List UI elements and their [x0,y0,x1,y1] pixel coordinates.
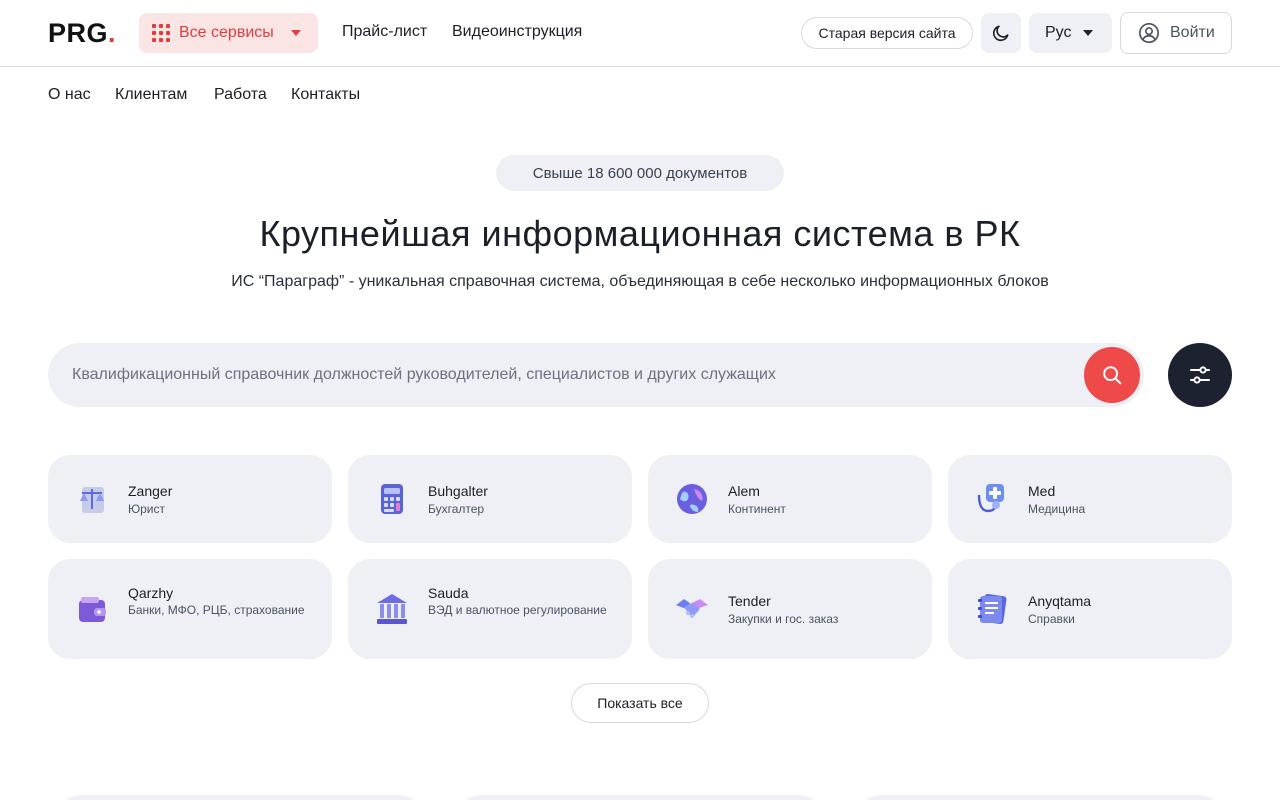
service-name: Anyqtama [1028,593,1092,609]
all-services-button[interactable]: Все сервисы [139,13,318,53]
service-card-anyqtama[interactable]: Anyqtama Справки [948,559,1232,659]
page-title: Крупнейшая информационная система в РК [259,213,1021,254]
documents-count-badge: Свыше 18 600 000 документов [496,155,784,191]
service-card-qarzhy[interactable]: Qarzhy Банки, МФО, РЦБ, страхование [48,559,332,659]
service-card-med[interactable]: Med Медицина [948,455,1232,543]
grid-icon [152,24,170,42]
service-card-zanger[interactable]: Zanger Юрист [48,455,332,543]
language-value: Рус [1045,24,1072,41]
service-desc: Юрист [128,502,165,516]
chevron-down-icon [291,30,301,36]
service-name: Med [1028,483,1056,499]
service-name: Zanger [128,483,173,499]
service-desc: Континент [728,502,786,516]
medkit-icon [977,484,1004,513]
service-name: Sauda [428,585,469,601]
top-header: PRG. Все сервисы Прайс-лист Видеоинструк… [0,0,1280,67]
bank-icon [377,594,407,624]
logo[interactable]: PRG. [48,18,116,49]
service-name: Buhgalter [428,483,488,499]
search-button[interactable] [1084,347,1140,403]
partial-card [460,795,820,800]
partial-card [60,795,420,800]
chevron-down-icon [1083,30,1093,36]
service-card-tender[interactable]: Tender Закупки и гос. заказ [648,559,932,659]
user-icon [1139,23,1159,43]
search-bar [48,343,1144,407]
login-button[interactable]: Войти [1120,12,1232,54]
service-name: Alem [728,483,760,499]
subnav-about[interactable]: О нас [48,86,91,104]
handshake-icon [676,599,708,618]
login-label: Войти [1170,24,1215,41]
search-icon [1103,366,1122,385]
service-card-buhgalter[interactable]: Buhgalter Бухгалтер [348,455,632,543]
service-desc: ВЭД и валютное регулирование [428,603,607,617]
notebook-icon [978,593,1007,625]
service-name: Tender [728,593,771,609]
nav-video-guide[interactable]: Видеоинструкция [452,23,582,41]
page-subtitle: ИС “Параграф” - уникальная справочная си… [231,273,1049,290]
filter-button[interactable] [1168,343,1232,407]
scales-icon [80,487,104,513]
subnav-contacts[interactable]: Контакты [291,86,360,104]
partial-card [860,795,1220,800]
service-desc: Банки, МФО, РЦБ, страхование [128,603,305,617]
service-desc: Медицина [1028,502,1086,516]
service-card-sauda[interactable]: Sauda ВЭД и валютное регулирование [348,559,632,659]
calculator-icon [381,484,403,514]
sliders-icon [1190,366,1210,384]
show-all-button[interactable]: Показать все [571,683,709,723]
moon-icon [992,25,1009,42]
service-desc: Бухгалтер [428,502,485,516]
service-card-alem[interactable]: Alem Континент [648,455,932,543]
old-site-button[interactable]: Старая версия сайта [801,17,973,49]
theme-toggle-button[interactable] [981,13,1021,53]
nav-price-list[interactable]: Прайс-лист [342,23,427,41]
all-services-label: Все сервисы [179,24,274,41]
search-input[interactable] [72,343,1072,407]
service-desc: Справки [1028,612,1075,626]
service-name: Qarzhy [128,585,174,601]
subnav-clients[interactable]: Клиентам [115,86,187,104]
language-select[interactable]: Рус [1029,13,1112,53]
service-desc: Закупки и гос. заказ [728,612,839,626]
subnav-jobs[interactable]: Работа [214,86,267,104]
globe-icon [677,484,707,514]
wallet-icon [79,597,106,622]
